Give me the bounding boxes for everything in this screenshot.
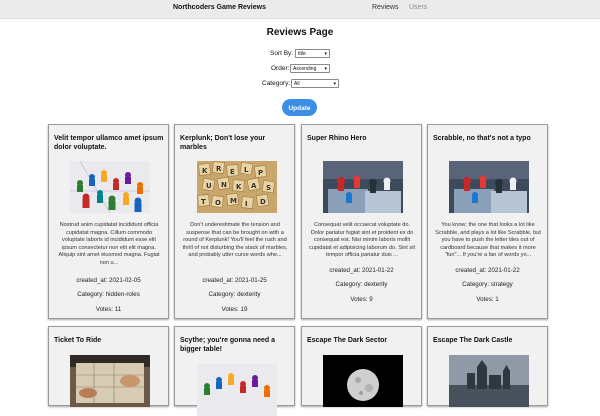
review-title[interactable]: Escape The Dark Castle	[433, 336, 543, 345]
category-row: Category: All ▾	[0, 78, 600, 90]
brand-title[interactable]: Northcoders Game Reviews	[173, 4, 266, 11]
category-select[interactable]: All ▾	[291, 79, 339, 88]
svg-text:S: S	[266, 184, 271, 192]
review-body: Consequat velit occaecat voluptate do. D…	[308, 222, 416, 259]
category-value: All	[294, 81, 300, 87]
svg-text:M: M	[230, 197, 237, 205]
category-label: Category:	[262, 80, 291, 87]
sort-by-row: Sort By: title ▾	[0, 48, 600, 60]
review-created-at: created_at: 2021-02-05	[76, 277, 141, 284]
review-votes: Votes: 19	[221, 306, 248, 313]
order-label: Order:	[271, 65, 290, 72]
nav-link-reviews[interactable]: Reviews	[372, 4, 398, 11]
svg-text:T: T	[201, 198, 206, 206]
review-card[interactable]: Scrabble, no that's not a typo You know;…	[427, 124, 548, 319]
svg-text:K: K	[202, 167, 208, 175]
chevron-down-icon: ▾	[324, 51, 327, 57]
review-image-moon	[323, 355, 403, 407]
review-image-castle	[449, 355, 529, 407]
review-image-hands	[70, 355, 150, 407]
svg-text:N: N	[221, 181, 227, 189]
review-image-tiles: KRE L PU NKA ST O MID	[197, 161, 277, 213]
order-value: Ascending	[293, 66, 317, 72]
review-votes: Votes: 1	[476, 296, 499, 303]
review-category: Category: strategy	[462, 281, 513, 288]
svg-text:R: R	[216, 165, 222, 173]
review-title[interactable]: Scythe; you're gonna need a bigger table…	[180, 336, 290, 354]
review-card[interactable]: Kerplunk; Don't lose your marbles KRE LP…	[174, 124, 295, 319]
review-votes: Votes: 11	[95, 306, 122, 313]
review-body: Nostrud anim cupidatat incididunt offici…	[58, 222, 160, 266]
page-title: Reviews Page	[266, 27, 334, 38]
review-image-pieces	[323, 161, 403, 213]
review-card[interactable]: Escape The Dark Castle	[427, 326, 548, 407]
review-votes: Votes: 9	[350, 296, 373, 303]
svg-text:K: K	[236, 183, 242, 191]
update-button[interactable]: Update	[282, 99, 317, 116]
review-title[interactable]: Scrabble, no that's not a typo	[433, 134, 543, 143]
review-title[interactable]: Kerplunk; Don't lose your marbles	[180, 134, 290, 152]
review-card[interactable]: Velit tempor ullamco amet ipsum dolor vo…	[48, 124, 169, 319]
svg-text:P: P	[258, 169, 263, 177]
review-title[interactable]: Ticket To Ride	[54, 336, 164, 345]
chevron-down-icon: ▾	[324, 66, 327, 72]
review-title[interactable]: Escape The Dark Sector	[307, 336, 417, 345]
review-category: Category: dexterity	[208, 291, 261, 298]
review-image-meeples	[197, 364, 277, 416]
review-created-at: created_at: 2021-01-25	[202, 277, 267, 284]
sort-by-select[interactable]: title ▾	[295, 49, 330, 58]
order-row: Order: Ascending ▾	[0, 63, 600, 75]
review-category: Category: dexterity	[335, 281, 388, 288]
svg-text:I: I	[245, 200, 248, 208]
sort-by-label: Sort By:	[270, 50, 294, 57]
review-image-meeples	[70, 161, 150, 213]
svg-text:L: L	[244, 166, 249, 174]
review-created-at: created_at: 2021-01-22	[329, 267, 394, 274]
svg-text:A: A	[251, 182, 257, 190]
svg-text:O: O	[215, 199, 221, 207]
top-nav-bar: Northcoders Game Reviews Reviews Users	[0, 0, 600, 19]
review-card[interactable]: Super Rhino Hero Consequat velit occaeca…	[301, 124, 422, 319]
review-card[interactable]: Scythe; you're gonna need a bigger table…	[174, 326, 295, 416]
review-title[interactable]: Velit tempor ullamco amet ipsum dolor vo…	[54, 134, 164, 152]
svg-text:U: U	[206, 182, 212, 190]
review-body: You know; the one that looks a lot like …	[435, 222, 541, 259]
review-title[interactable]: Super Rhino Hero	[307, 134, 417, 143]
order-select[interactable]: Ascending ▾	[290, 64, 330, 73]
chevron-down-icon: ▾	[333, 81, 336, 87]
review-card[interactable]: Ticket To Ride	[48, 326, 169, 407]
nav-link-users[interactable]: Users	[409, 4, 427, 11]
svg-text:E: E	[230, 168, 235, 176]
review-image-pieces	[449, 161, 529, 213]
review-category: Category: hidden-roles	[77, 291, 140, 298]
review-card[interactable]: Escape The Dark Sector	[301, 326, 422, 407]
sort-by-value: title	[298, 51, 306, 57]
review-body: Don't underestimate the tension and susp…	[182, 222, 288, 259]
svg-text:D: D	[260, 198, 266, 206]
review-created-at: created_at: 2021-01-22	[455, 267, 520, 274]
